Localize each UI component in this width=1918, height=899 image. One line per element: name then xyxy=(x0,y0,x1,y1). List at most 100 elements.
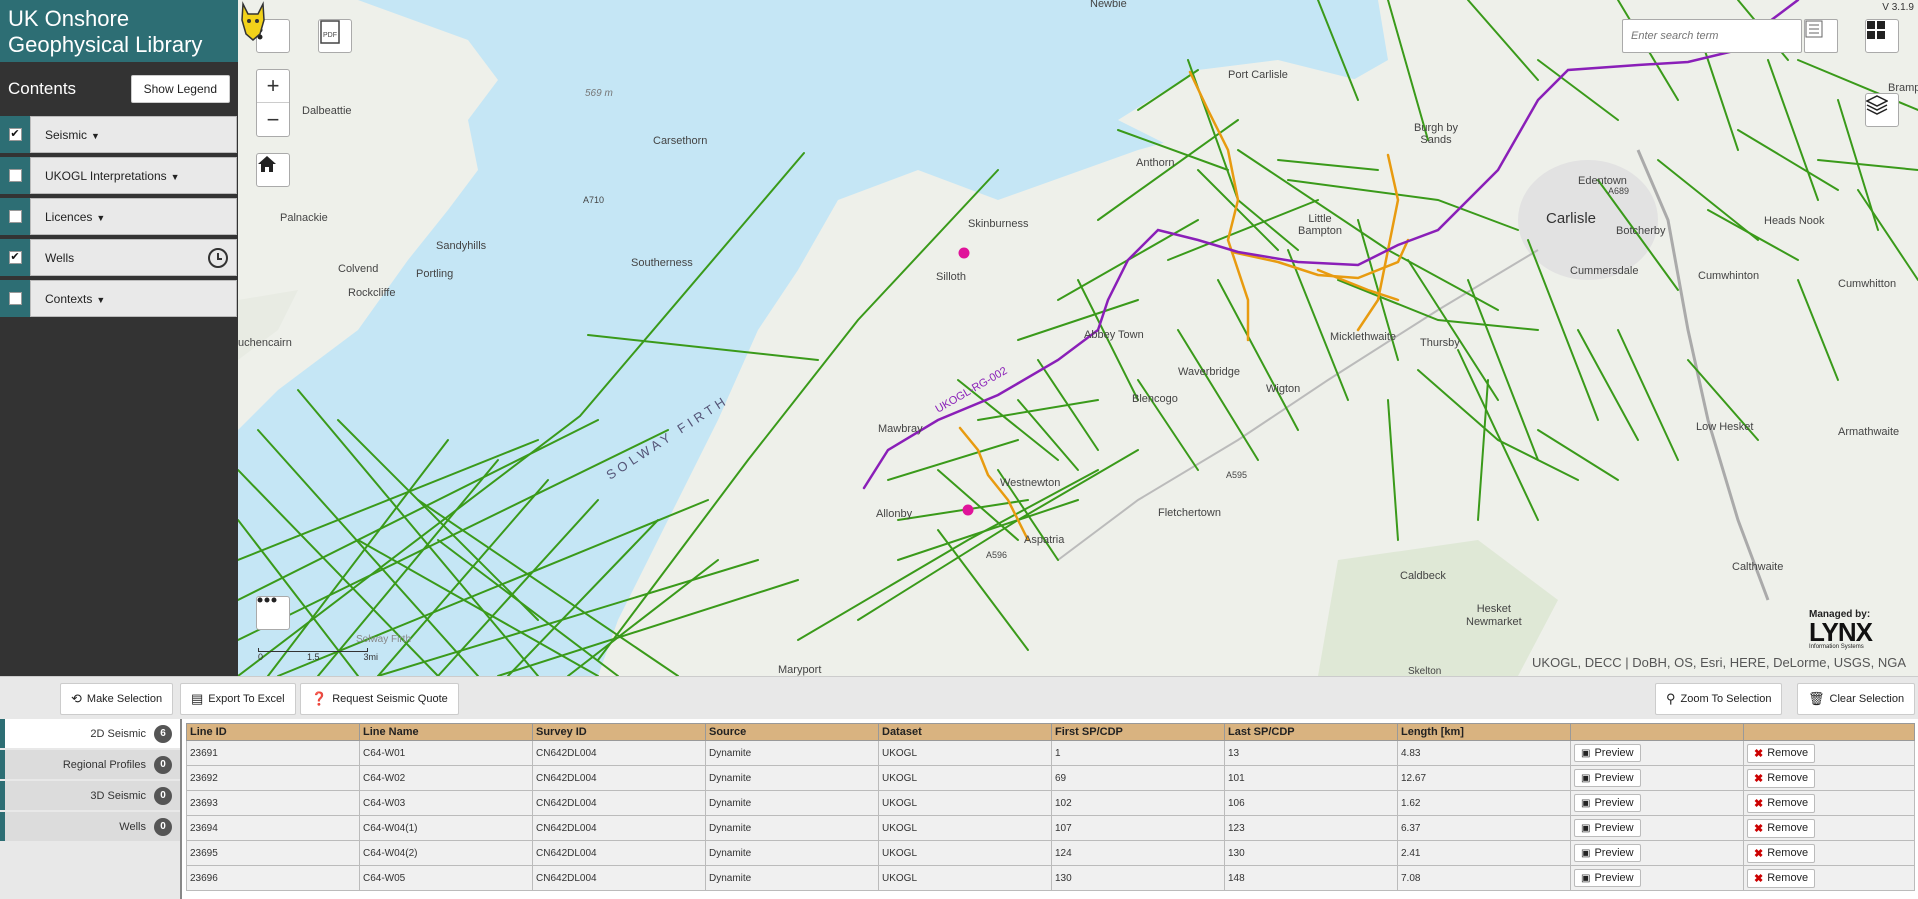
map-view[interactable]: SOLWAY FIRTH UKOGL-RG-002 Newbie Dalbeat… xyxy=(238,0,1918,676)
table-row[interactable]: 23691 C64-W01 CN642DL004 Dynamite UKOGL 1 13 4.… xyxy=(186,740,1915,766)
layer-dropdown[interactable]: Seismic ▼ xyxy=(30,116,237,153)
layer-label: Wells xyxy=(45,250,75,265)
layer-checkbox-cell xyxy=(0,280,30,317)
column-header[interactable]: Last SP/CDP xyxy=(1224,723,1398,741)
table-cell: C64-W02 xyxy=(359,765,533,791)
column-header[interactable]: First SP/CDP xyxy=(1051,723,1225,741)
place-label: Burgh by Sands xyxy=(1414,122,1459,146)
remove-button[interactable]: ✖ Remove xyxy=(1747,818,1816,838)
preview-button[interactable]: ▣ Preview xyxy=(1574,794,1641,812)
chevron-down-icon: ▼ xyxy=(170,171,180,182)
table-row[interactable]: 23693 C64-W03 CN642DL004 Dynamite UKOGL 102 10… xyxy=(186,790,1915,816)
column-header[interactable]: Line Name xyxy=(359,723,533,741)
table-row[interactable]: 23692 C64-W02 CN642DL004 Dynamite UKOGL 69 101… xyxy=(186,765,1915,791)
zoom-control: + − xyxy=(256,69,290,137)
table-cell: 130 xyxy=(1224,840,1398,866)
preview-button[interactable]: ▣ Preview xyxy=(1574,769,1641,787)
home-button[interactable] xyxy=(256,153,290,187)
layer-checkbox-cell xyxy=(0,198,30,235)
version-label: V 3.1.9 xyxy=(1882,2,1914,13)
tab-label: 3D Seismic xyxy=(90,789,146,802)
place-label: Low Hesket xyxy=(1696,421,1754,433)
table-row[interactable]: 23695 C64-W04(2) CN642DL004 Dynamite UKOGL 12… xyxy=(186,840,1915,866)
tab-2d-seismic[interactable]: 2D Seismic 6 xyxy=(0,719,180,748)
place-label: Westnewton xyxy=(1000,477,1061,489)
search-icon: ⚲ xyxy=(1666,691,1676,706)
table-cell: UKOGL xyxy=(878,865,1052,891)
layer-row-licences[interactable]: Licences ▼ xyxy=(0,198,238,235)
table-cell: 101 xyxy=(1224,765,1398,791)
pdf-icon: PDF xyxy=(320,20,340,44)
zoom-selection-button[interactable]: ⚲ Zoom To Selection xyxy=(1655,683,1783,715)
preview-button[interactable]: ▣ Preview xyxy=(1574,869,1641,887)
remove-button[interactable]: ✖ Remove xyxy=(1747,743,1816,763)
layer-checkbox[interactable] xyxy=(8,292,22,305)
tab-3d-seismic[interactable]: 3D Seismic 0 xyxy=(0,781,180,810)
place-label: Skelton xyxy=(1408,666,1442,676)
layer-row-ukogl-interpretations[interactable]: UKOGL Interpretations ▼ xyxy=(0,157,238,194)
app-root: UK Onshore Geophysical Library Contents … xyxy=(0,0,1918,899)
remove-label: Remove xyxy=(1767,872,1809,884)
layer-dropdown[interactable]: Wells xyxy=(30,239,237,276)
table-cell: 1 xyxy=(1051,740,1225,766)
column-header[interactable]: Survey ID xyxy=(532,723,706,741)
layer-checkbox[interactable]: ✔ xyxy=(8,128,22,141)
column-header[interactable]: Line ID xyxy=(186,723,360,741)
clock-icon[interactable] xyxy=(208,247,228,268)
remove-button[interactable]: ✖ Remove xyxy=(1747,843,1816,863)
column-header[interactable]: Length [km] xyxy=(1397,723,1571,741)
search-results-button[interactable] xyxy=(1804,19,1838,53)
layer-label: Contexts xyxy=(45,291,93,306)
column-header[interactable] xyxy=(1570,723,1744,741)
remove-button[interactable]: ✖ Remove xyxy=(1747,793,1816,813)
table-cell: 102 xyxy=(1051,790,1225,816)
layers-button[interactable] xyxy=(1865,93,1899,127)
table-cell: 23694 xyxy=(186,815,360,841)
table-row[interactable]: 23694 C64-W04(1) CN642DL004 Dynamite UKOGL 10… xyxy=(186,815,1915,841)
table-cell: CN642DL004 xyxy=(532,790,706,816)
export-pdf-button[interactable]: PDF xyxy=(318,19,352,53)
preview-button[interactable]: ▣ Preview xyxy=(1574,819,1641,837)
tab-regional-profiles[interactable]: Regional Profiles 0 xyxy=(0,750,180,779)
zoom-out-button[interactable]: − xyxy=(257,103,289,136)
request-quote-button[interactable]: ❓ Request Seismic Quote xyxy=(300,683,459,715)
layer-row-seismic[interactable]: ✔ Seismic ▼ xyxy=(0,116,238,153)
place-label: Hesket Newmarket xyxy=(1466,603,1522,628)
layer-checkbox[interactable] xyxy=(8,210,22,223)
layer-row-wells[interactable]: ✔ Wells xyxy=(0,239,238,276)
column-header[interactable] xyxy=(1743,723,1915,741)
layer-dropdown[interactable]: Licences ▼ xyxy=(30,198,237,235)
column-header[interactable]: Source xyxy=(705,723,879,741)
table-cell: 23695 xyxy=(186,840,360,866)
place-label: Calthwaite xyxy=(1732,561,1784,573)
search-input[interactable] xyxy=(1622,19,1802,53)
tab-wells[interactable]: Wells 0 xyxy=(0,812,180,841)
table-cell: 7.08 xyxy=(1397,865,1571,891)
place-label: Fletchertown xyxy=(1158,507,1221,519)
layer-checkbox[interactable] xyxy=(8,169,22,182)
layer-dropdown[interactable]: Contexts ▼ xyxy=(30,280,237,317)
layer-dropdown[interactable]: UKOGL Interpretations ▼ xyxy=(30,157,237,194)
show-legend-button[interactable]: Show Legend xyxy=(130,75,230,103)
column-header[interactable]: Dataset xyxy=(878,723,1052,741)
layer-row-contexts[interactable]: Contexts ▼ xyxy=(0,280,238,317)
export-excel-button[interactable]: ▤ Export To Excel xyxy=(180,683,296,715)
results-table-container: Line ID Line Name Survey ID Source Dataset Fi… xyxy=(180,719,1918,899)
preview-cell: ▣ Preview xyxy=(1570,765,1744,791)
remove-button[interactable]: ✖ Remove xyxy=(1747,768,1816,788)
zoom-in-button[interactable]: + xyxy=(257,70,289,103)
table-row[interactable]: 23696 C64-W05 CN642DL004 Dynamite UKOGL 130 14… xyxy=(186,865,1915,891)
remove-button[interactable]: ✖ Remove xyxy=(1747,868,1816,888)
layer-checkbox[interactable]: ✔ xyxy=(8,251,22,264)
basemap-gallery-button[interactable] xyxy=(1865,19,1899,53)
preview-button[interactable]: ▣ Preview xyxy=(1574,844,1641,862)
make-selection-button[interactable]: ⟲ Make Selection xyxy=(60,683,174,715)
road-label: A595 xyxy=(1226,470,1248,480)
clear-selection-button[interactable]: 🗑 Clear Selection xyxy=(1797,683,1916,715)
preview-button[interactable]: ▣ Preview xyxy=(1574,744,1641,762)
tab-label: Wells xyxy=(119,820,146,833)
export-excel-label: Export To Excel xyxy=(208,693,285,705)
chevron-down-icon: ▼ xyxy=(96,294,106,305)
more-tools-button[interactable] xyxy=(256,596,290,630)
map-canvas[interactable]: SOLWAY FIRTH UKOGL-RG-002 xyxy=(238,0,1918,676)
